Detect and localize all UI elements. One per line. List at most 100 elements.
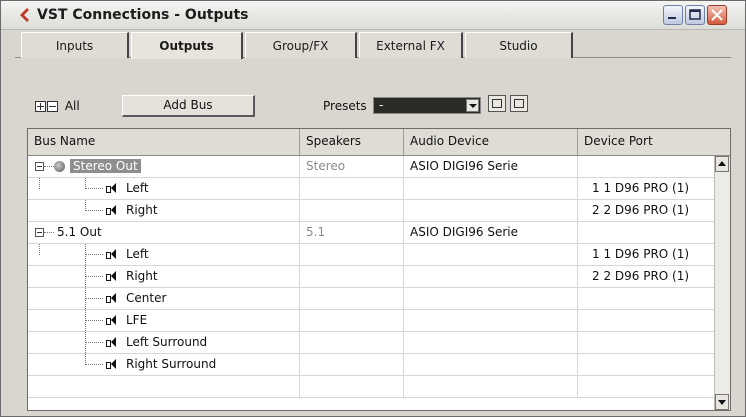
channel-name[interactable]: Right bbox=[126, 269, 158, 283]
tree-connector bbox=[39, 178, 40, 189]
channel-name[interactable]: Left Surround bbox=[126, 335, 207, 349]
tree-connector bbox=[44, 166, 54, 167]
column-header-bus-name[interactable]: Bus Name bbox=[28, 129, 300, 155]
device-port-cell[interactable]: 1 1 D96 PRO (1) bbox=[578, 178, 716, 199]
bus-icon bbox=[54, 161, 65, 172]
speakers-cell bbox=[300, 332, 404, 353]
channel-name[interactable]: Left bbox=[126, 181, 149, 195]
scroll-down-icon[interactable] bbox=[715, 394, 729, 410]
chevron-down-icon[interactable] bbox=[466, 99, 479, 112]
speaker-icon bbox=[106, 315, 122, 326]
tree-connector bbox=[85, 298, 103, 299]
audio-device-cell bbox=[404, 266, 578, 287]
window-title: VST Connections - Outputs bbox=[37, 7, 249, 23]
audio-device-cell[interactable]: ASIO DIGI96 Serie bbox=[404, 156, 578, 177]
close-button[interactable] bbox=[707, 5, 727, 25]
speakers-cell: Stereo bbox=[300, 156, 404, 177]
device-port-cell[interactable]: 2 2 D96 PRO (1) bbox=[578, 200, 716, 221]
device-port-cell[interactable] bbox=[578, 310, 716, 331]
tree-connector bbox=[85, 320, 103, 321]
channel-name[interactable]: LFE bbox=[126, 313, 147, 327]
audio-device-cell bbox=[404, 244, 578, 265]
table-row[interactable]: Right 2 2 D96 PRO (1) bbox=[28, 266, 730, 288]
table-row[interactable]: Left Surround bbox=[28, 332, 730, 354]
speaker-icon bbox=[106, 271, 122, 282]
channel-name[interactable]: Center bbox=[126, 291, 166, 305]
maximize-button[interactable] bbox=[685, 5, 705, 25]
table-row[interactable]: 5.1 Out 5.1 ASIO DIGI96 Serie bbox=[28, 222, 730, 244]
table-row[interactable]: Right 2 2 D96 PRO (1) bbox=[28, 200, 730, 222]
tab-external-fx[interactable]: External FX bbox=[359, 32, 463, 58]
speaker-icon bbox=[106, 337, 122, 348]
table-row[interactable]: Left 1 1 D96 PRO (1) bbox=[28, 244, 730, 266]
remove-preset-button[interactable] bbox=[510, 95, 528, 112]
device-port-cell[interactable] bbox=[578, 156, 716, 177]
audio-device-cell bbox=[404, 354, 578, 375]
vertical-scrollbar[interactable] bbox=[714, 156, 730, 410]
device-port-cell[interactable] bbox=[578, 332, 716, 353]
column-header-speakers[interactable]: Speakers bbox=[300, 129, 404, 155]
bus-name[interactable]: 5.1 Out bbox=[57, 222, 300, 243]
audio-device-cell bbox=[404, 178, 578, 199]
store-preset-icon bbox=[492, 99, 502, 108]
table-row[interactable]: LFE bbox=[28, 310, 730, 332]
bus-name[interactable]: Stereo Out bbox=[70, 159, 141, 173]
column-header-audio-device[interactable]: Audio Device bbox=[404, 129, 578, 155]
speakers-cell bbox=[300, 178, 404, 199]
speaker-icon bbox=[106, 205, 122, 216]
collapse-toggle-icon[interactable] bbox=[35, 162, 44, 171]
remove-preset-icon bbox=[514, 99, 524, 108]
device-port-cell[interactable] bbox=[578, 354, 716, 375]
channel-name[interactable]: Left bbox=[126, 247, 149, 261]
speaker-icon bbox=[106, 249, 122, 260]
scroll-up-icon[interactable] bbox=[715, 156, 729, 172]
presets-label: Presets bbox=[323, 99, 367, 113]
presets-dropdown[interactable]: - bbox=[373, 97, 481, 114]
audio-device-cell[interactable]: ASIO DIGI96 Serie bbox=[404, 222, 578, 243]
tree-connector bbox=[85, 254, 103, 255]
table-row[interactable]: Stereo Out Stereo ASIO DIGI96 Serie bbox=[28, 156, 730, 178]
tab-inputs[interactable]: Inputs bbox=[21, 32, 129, 58]
column-header-device-port[interactable]: Device Port bbox=[578, 129, 730, 155]
expand-collapse-all: All bbox=[35, 99, 80, 113]
device-port-cell[interactable]: 2 2 D96 PRO (1) bbox=[578, 266, 716, 287]
store-preset-button[interactable] bbox=[488, 95, 506, 112]
expand-all-icon[interactable] bbox=[35, 101, 46, 112]
tree-connector bbox=[85, 188, 103, 189]
minimize-icon bbox=[668, 17, 676, 19]
tab-studio[interactable]: Studio bbox=[465, 32, 573, 58]
table-row[interactable]: Center bbox=[28, 288, 730, 310]
tab-outputs[interactable]: Outputs bbox=[131, 32, 243, 59]
speakers-cell bbox=[300, 244, 404, 265]
collapse-toggle-icon[interactable] bbox=[35, 228, 44, 237]
maximize-icon bbox=[689, 9, 701, 20]
table-row[interactable]: Left 1 1 D96 PRO (1) bbox=[28, 178, 730, 200]
minimize-button[interactable] bbox=[663, 5, 683, 25]
add-bus-button[interactable]: Add Bus bbox=[122, 95, 255, 117]
table-row-empty bbox=[28, 376, 730, 398]
speaker-icon bbox=[106, 293, 122, 304]
speakers-cell bbox=[300, 288, 404, 309]
title-bar[interactable]: VST Connections - Outputs bbox=[1, 1, 745, 30]
tree-connector bbox=[85, 276, 103, 277]
speakers-cell: 5.1 bbox=[300, 222, 404, 243]
tree-connector bbox=[85, 342, 103, 343]
channel-name[interactable]: Right bbox=[126, 203, 158, 217]
tree-connector bbox=[85, 364, 103, 365]
speakers-cell bbox=[300, 200, 404, 221]
table-row[interactable]: Right Surround bbox=[28, 354, 730, 376]
collapse-all-icon[interactable] bbox=[47, 101, 58, 112]
device-port-cell[interactable] bbox=[578, 222, 716, 243]
device-port-cell[interactable]: 1 1 D96 PRO (1) bbox=[578, 244, 716, 265]
speakers-cell bbox=[300, 266, 404, 287]
channel-name[interactable]: Right Surround bbox=[126, 357, 216, 371]
tab-group-fx[interactable]: Group/FX bbox=[245, 32, 357, 58]
audio-device-cell bbox=[404, 288, 578, 309]
table-header: Bus Name Speakers Audio Device Device Po… bbox=[28, 129, 730, 156]
device-port-cell[interactable] bbox=[578, 288, 716, 309]
audio-device-cell bbox=[404, 310, 578, 331]
presets-value: - bbox=[379, 98, 384, 112]
vst-connections-window: VST Connections - Outputs Inputs Outputs… bbox=[0, 0, 746, 417]
audio-device-cell bbox=[404, 332, 578, 353]
cubase-logo-icon bbox=[20, 8, 29, 22]
